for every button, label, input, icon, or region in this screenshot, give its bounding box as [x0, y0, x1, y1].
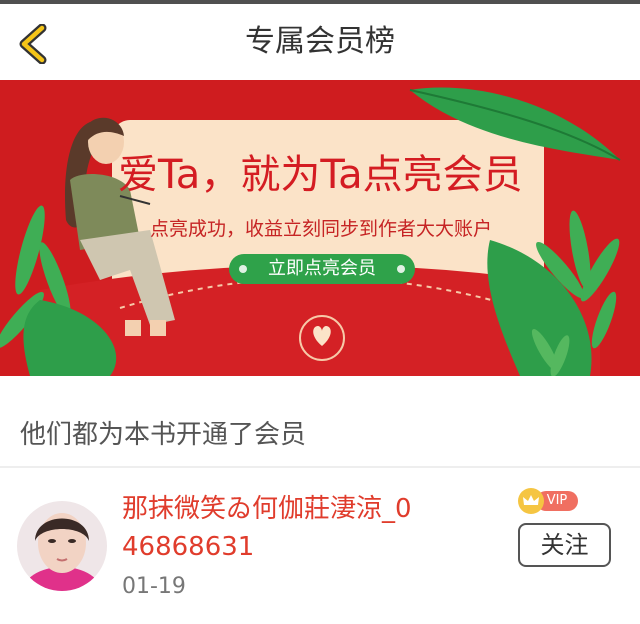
app-header: 专属会员榜	[0, 4, 640, 80]
chevron-left-icon	[19, 23, 47, 65]
avatar-photo	[17, 501, 107, 591]
back-button[interactable]	[14, 23, 54, 65]
promo-banner[interactable]: 爱Ta，就为Ta点亮会员 点亮成功，收益立刻同步到作者大大账户 立即点亮会员	[0, 80, 640, 376]
section-title: 他们都为本书开通了会员	[20, 420, 307, 450]
banner-subline: 点亮成功，收益立刻同步到作者大大账户	[150, 218, 493, 240]
light-up-membership-button[interactable]: 立即点亮会员	[229, 254, 415, 284]
follow-button[interactable]: 关注	[518, 523, 611, 567]
crown-icon	[518, 488, 544, 514]
member-row[interactable]: 那抹微笑ゐ何伽莊淒涼_046868631 01-19 VIP 关注	[0, 468, 640, 624]
dot-icon	[239, 265, 247, 273]
member-name[interactable]: 那抹微笑ゐ何伽莊淒涼_046868631	[122, 490, 422, 566]
banner-headline: 爱Ta，就为Ta点亮会员	[118, 152, 523, 198]
page-title: 专属会员榜	[245, 24, 395, 59]
avatar[interactable]	[17, 501, 107, 591]
vip-badge: VIP	[518, 488, 580, 514]
members-section-header: 他们都为本书开通了会员	[0, 376, 640, 468]
button-label: 立即点亮会员	[268, 258, 376, 279]
dot-icon	[397, 265, 405, 273]
member-date: 01-19	[122, 574, 186, 599]
